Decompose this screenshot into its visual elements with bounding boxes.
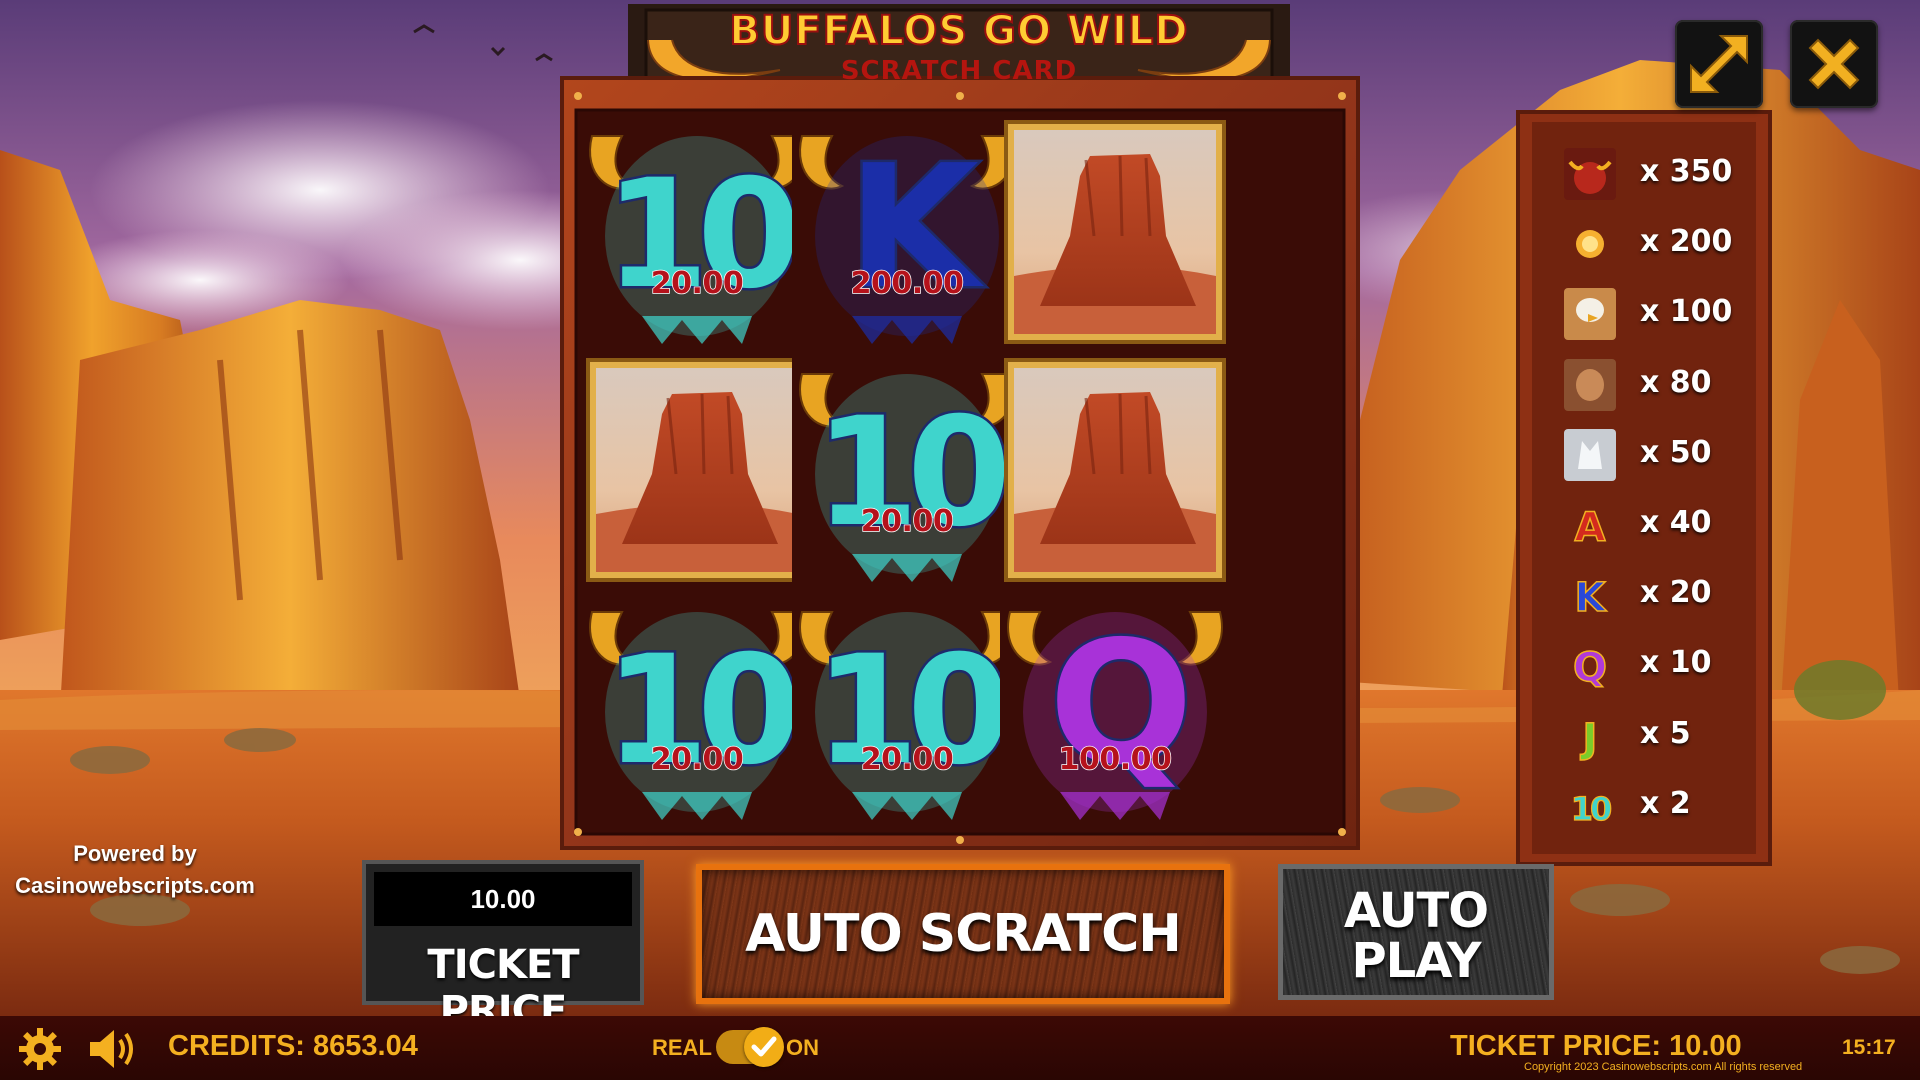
paytable-row: Ax 40 (1518, 493, 1770, 553)
checkmark-icon (751, 1036, 777, 1057)
speaker-icon[interactable] (88, 1026, 138, 1072)
game-title: BUFFALOS GO WILD (728, 7, 1189, 55)
mesa-rock-icon (1004, 120, 1226, 344)
cell-prize-value: 200.00 (850, 265, 965, 302)
symbol-10-icon: 10 (792, 592, 1022, 824)
paytable: x 350 x 200 x 100 x 80 x 50 Ax 40 Kx 20 Qx 10 Jx… (1518, 112, 1770, 864)
powered-by: Powered by Casinowebscripts.com (0, 838, 270, 902)
fullscreen-button[interactable] (1675, 20, 1763, 108)
paytable-multiplier: x 100 (1640, 294, 1733, 330)
svg-text:J: J (1580, 716, 1598, 762)
sun-coin-icon (1576, 230, 1604, 259)
letter-a-icon: A (1574, 504, 1607, 551)
scratch-cell[interactable]: 10 20.00 (582, 592, 812, 824)
auto-scratch-label: AUTO SCRATCH (745, 904, 1182, 964)
paytable-multiplier: x 80 (1640, 364, 1712, 400)
paytable-row: x 50 (1518, 423, 1770, 483)
paytable-row: Kx 20 (1518, 563, 1770, 623)
powered-by-label: Powered by (73, 841, 197, 866)
auto-scratch-button[interactable]: AUTO SCRATCH (696, 864, 1230, 1004)
auto-play-button[interactable]: AUTO PLAY (1278, 864, 1554, 1000)
paytable-row: 10 x 2 (1518, 774, 1770, 834)
svg-text:K: K (1575, 575, 1608, 621)
scratch-cell[interactable] (582, 354, 812, 586)
paytable-row: x 80 (1518, 353, 1770, 413)
expand-arrows-icon (1690, 35, 1748, 93)
copyright-notice: Copyright 2023 Casinowebscripts.com All … (1524, 1061, 1803, 1073)
scratch-cell[interactable]: 10 20.00 (582, 116, 812, 348)
toggle-knob (744, 1027, 784, 1067)
close-button[interactable] (1790, 20, 1878, 108)
paytable-row: x 100 (1518, 282, 1770, 342)
cell-prize-value: 20.00 (860, 741, 954, 778)
cell-prize-value: 20.00 (860, 503, 954, 540)
paytable-multiplier: x 2 (1640, 785, 1691, 821)
scratch-card: 10 20.00 K 200.00 10 20.00 10 20.00 10 20.00 Q 100.… (562, 78, 1358, 848)
scratch-cell[interactable]: 10 20.00 (792, 354, 1022, 586)
number-10-icon: 10 (1570, 789, 1614, 828)
symbol-k-icon: K (792, 116, 1022, 348)
auto-play-label-line2: PLAY (1351, 933, 1481, 989)
cougar-icon (1564, 358, 1616, 411)
svg-text:A: A (1575, 505, 1606, 551)
powered-by-site[interactable]: Casinowebscripts.com (0, 870, 270, 902)
svg-text:Q: Q (1573, 645, 1607, 691)
ticket-price-selector[interactable]: 10.00 TICKET PRICE (362, 860, 644, 1034)
svg-text:10: 10 (1571, 790, 1611, 828)
scratch-cell[interactable]: 10 20.00 (792, 592, 1022, 824)
symbol-10-icon: 10 (582, 116, 812, 348)
letter-q-icon: Q (1572, 645, 1608, 692)
letter-j-icon: J (1579, 715, 1598, 762)
paytable-row: Qx 10 (1518, 633, 1770, 693)
symbol-q-icon: Q (1000, 592, 1230, 824)
paytable-row: x 350 (1518, 142, 1770, 202)
paytable-multiplier: x 200 (1640, 224, 1733, 260)
eagle-icon (1564, 288, 1616, 341)
symbol-10-icon: 10 (792, 354, 1022, 586)
paytable-multiplier: x 20 (1640, 575, 1712, 611)
scratch-cell[interactable] (1000, 116, 1230, 348)
real-mode-toggle[interactable] (716, 1027, 784, 1067)
cell-prize-value: 100.00 (1058, 741, 1173, 778)
ticket-price-value: 10.00 (470, 884, 536, 914)
scratch-cell[interactable]: Q 100.00 (1000, 592, 1230, 824)
mesa-rock-icon (1004, 358, 1226, 582)
paytable-row: x 200 (1518, 212, 1770, 272)
real-mode-label: REAL (652, 1035, 712, 1060)
scratch-cell[interactable]: K 200.00 (792, 116, 1022, 348)
paytable-multiplier: x 50 (1640, 434, 1712, 470)
paytable-multiplier: x 10 (1640, 645, 1712, 681)
buffalo-icon (1564, 148, 1616, 200)
clock: 15:17 (1842, 1036, 1896, 1059)
cell-prize-value: 20.00 (650, 741, 744, 778)
scratch-cell[interactable] (1000, 354, 1230, 586)
symbol-10-icon: 10 (582, 592, 812, 824)
gear-icon[interactable] (18, 1027, 62, 1071)
paytable-multiplier: x 5 (1640, 715, 1691, 751)
wolf-icon (1564, 428, 1616, 481)
paytable-row: Jx 5 (1518, 704, 1770, 764)
ticket-price-display: 10.00 (374, 872, 632, 926)
ticket-price-status: TICKET PRICE: 10.00 (1450, 1030, 1742, 1062)
auto-play-label-line1: AUTO (1343, 883, 1489, 939)
close-x-icon (1808, 38, 1860, 90)
credits-display: CREDITS: 8653.04 (168, 1030, 418, 1062)
cell-prize-value: 20.00 (650, 265, 744, 302)
paytable-multiplier: x 40 (1640, 505, 1712, 540)
mesa-rock-icon (586, 358, 808, 582)
paytable-multiplier: x 350 (1640, 154, 1733, 189)
letter-k-icon: K (1574, 574, 1609, 621)
on-label: ON (786, 1035, 819, 1060)
